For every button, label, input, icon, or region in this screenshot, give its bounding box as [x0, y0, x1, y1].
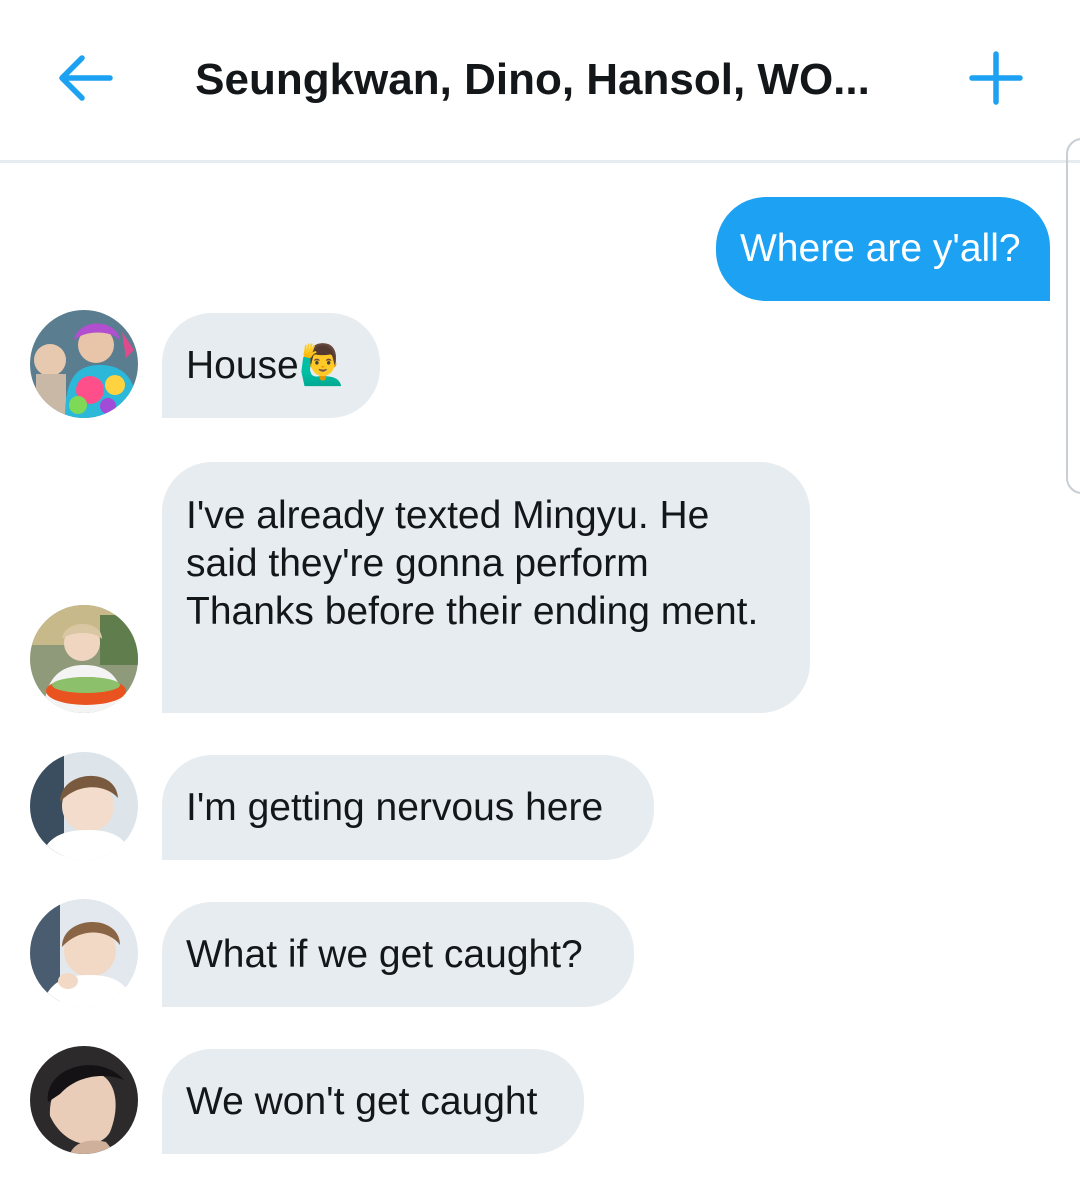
- incoming-message-bubble[interactable]: I'm getting nervous here: [162, 755, 654, 860]
- avatar[interactable]: [30, 899, 138, 1007]
- avatar[interactable]: [30, 752, 138, 860]
- scrollbar[interactable]: [1066, 138, 1080, 494]
- avatar-image: [30, 310, 138, 418]
- plus-icon: [969, 51, 1023, 105]
- add-participant-button[interactable]: [962, 46, 1030, 110]
- message-text: House🙋‍♂️: [186, 344, 348, 387]
- outgoing-message-bubble[interactable]: Where are y'all?: [716, 197, 1050, 301]
- arrow-left-icon: [59, 55, 113, 101]
- avatar-image: [30, 605, 138, 713]
- message-text: What if we get caught?: [186, 933, 583, 976]
- message-text: I'm getting nervous here: [186, 786, 604, 829]
- avatar[interactable]: [30, 605, 138, 713]
- message-text: I've already texted Mingyu. He said they…: [186, 494, 759, 633]
- avatar[interactable]: [30, 310, 138, 418]
- incoming-message-bubble[interactable]: We won't get caught: [162, 1049, 584, 1154]
- avatar-image: [30, 1046, 138, 1154]
- message-text: Where are y'all?: [740, 227, 1021, 270]
- incoming-message-bubble[interactable]: I've already texted Mingyu. He said they…: [162, 462, 810, 713]
- incoming-message-bubble[interactable]: What if we get caught?: [162, 902, 634, 1007]
- conversation-header: Seungkwan, Dino, Hansol, WO...: [0, 0, 1080, 163]
- avatar[interactable]: [30, 1046, 138, 1154]
- conversation-title: Seungkwan, Dino, Hansol, WO...: [195, 55, 870, 104]
- back-button[interactable]: [50, 46, 120, 110]
- avatar-image: [30, 752, 138, 860]
- avatar-image: [30, 899, 138, 1007]
- message-text: We won't get caught: [186, 1080, 538, 1123]
- incoming-message-bubble[interactable]: House🙋‍♂️: [162, 313, 380, 418]
